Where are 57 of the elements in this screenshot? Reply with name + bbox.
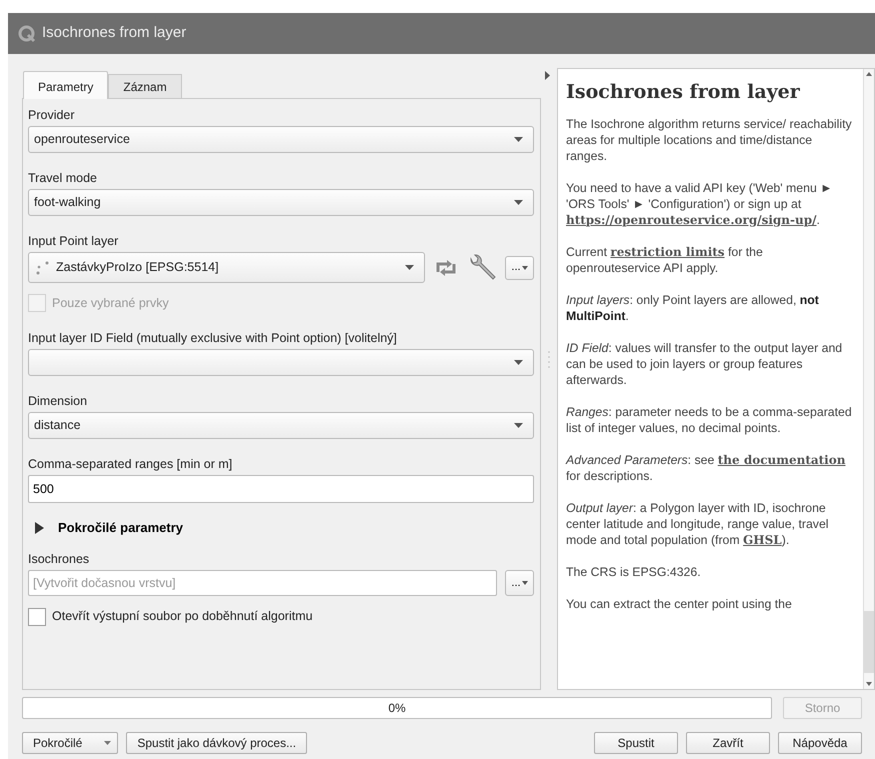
expand-arrow-icon — [545, 71, 550, 80]
button[interactable]: Zavřít — [686, 732, 770, 754]
caret-icon — [514, 422, 523, 428]
scroll-thumb[interactable] — [864, 611, 874, 673]
caret-icon — [514, 360, 523, 365]
options-button[interactable]: ... — [505, 256, 534, 280]
app-icon — [18, 24, 36, 42]
caret-icon — [522, 581, 528, 586]
caret-icon — [104, 741, 112, 745]
field-label: Isochrones — [28, 551, 90, 568]
tab[interactable]: Parametry — [23, 71, 108, 99]
point-layer-icon — [34, 260, 50, 276]
progress-reading: 0% — [388, 700, 406, 717]
tab[interactable]: Záznam — [108, 74, 182, 98]
output-field[interactable]: [Vytvořit dočasnou vrstvu] — [28, 570, 497, 596]
help-link[interactable]: https://openrouteservice.org/sign-up/ — [566, 212, 817, 227]
help-paragraph: Current restriction limits for the openrouteservice API apply. — [566, 244, 764, 276]
help-paragraph: The CRS is EPSG:4326. — [566, 564, 702, 580]
field-label: Dimension — [28, 392, 88, 409]
help-title: Isochrones from layer — [566, 81, 801, 104]
help-link[interactable]: GHSL — [743, 532, 782, 547]
help-paragraph: Output layer: a Polygon layer with ID, isochrone center latitude and longitude, range value, travel mode and total population (from GHSL). — [566, 500, 830, 548]
checkbox-label: Pouze vybrané prvky — [52, 295, 169, 312]
dropdown[interactable] — [28, 348, 534, 376]
caret-icon — [514, 137, 523, 142]
button[interactable]: Spustit — [594, 732, 678, 754]
help-link[interactable]: restriction limits — [610, 244, 725, 259]
window-title: Isochrones from layer — [42, 23, 186, 44]
checkbox-label: Otevřít výstupní soubor po doběhnutí algoritmu — [52, 608, 313, 626]
help-paragraph: Ranges: parameter needs to be a comma-separated list of integer values, no decimal points. — [566, 404, 853, 436]
help-paragraph: ID Field: values will transfer to the output layer and can be used to join layers or group features afterwards. — [566, 340, 844, 388]
field-label: Travel mode — [28, 170, 98, 186]
caret-icon — [522, 266, 528, 270]
checkbox[interactable] — [28, 608, 46, 626]
field-label: Provider — [28, 107, 76, 123]
button[interactable]: Nápověda — [778, 732, 862, 754]
scrollbar[interactable] — [863, 69, 874, 689]
dropdown[interactable]: foot-walking — [28, 189, 534, 216]
caret-icon — [405, 265, 414, 270]
field-label: Input Point layer — [28, 233, 120, 249]
help-paragraph: You can extract the center point using the — [566, 596, 793, 612]
options-button[interactable]: ... — [505, 570, 534, 596]
layer-dropdown[interactable]: ZastávkyProIzo [EPSG:5514] — [28, 252, 425, 283]
help-paragraph: Input layers: only Point layers are allowed, not MultiPoint. — [566, 292, 820, 324]
button[interactable]: Spustit jako dávkový proces... — [126, 732, 308, 754]
button[interactable]: Pokročilé — [22, 732, 118, 754]
section-toggle[interactable]: Pokročilé parametry — [34, 518, 184, 538]
dropdown[interactable]: openrouteservice — [28, 126, 534, 153]
field-label: Comma-separated ranges [min or m] — [28, 456, 234, 472]
text-field[interactable]: 500 — [28, 474, 534, 503]
dropdown[interactable]: distance — [28, 412, 534, 439]
help-paragraph: Advanced Parameters: see the documentation for descriptions. — [566, 452, 846, 484]
field-label: Input layer ID Field (mutually exclusive with Point option) [volitelný] — [28, 330, 398, 346]
help-paragraph: You need to have a valid API key ('Web' menu ► 'ORS Tools' ► 'Configuration') or sign up at https://openrouteservice.org/sign-up/. — [566, 180, 834, 228]
help-link[interactable]: the documentation — [718, 452, 846, 467]
help-paragraph: The Isochrone algorithm returns service/ reachability areas for multiple locations and time/distance ranges. — [566, 116, 853, 164]
caret-icon — [514, 200, 523, 205]
